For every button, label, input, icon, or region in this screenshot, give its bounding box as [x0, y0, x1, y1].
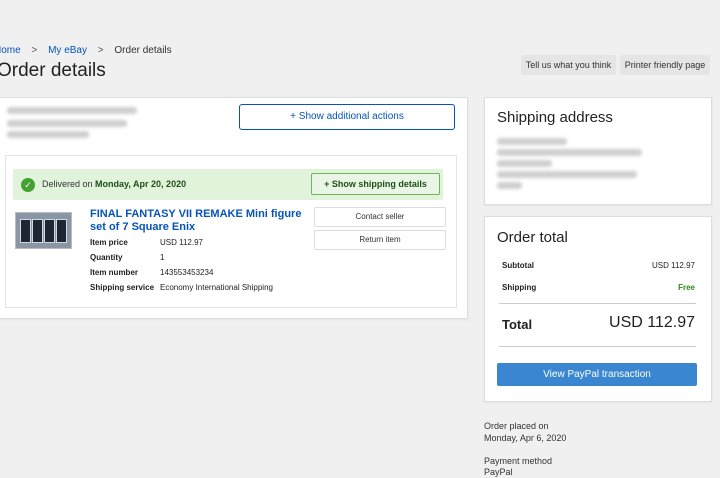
payment-method-label: Payment method — [484, 456, 553, 466]
divider — [499, 346, 696, 347]
breadcrumb-home-link[interactable]: Home — [0, 45, 21, 56]
redacted-order-number — [7, 120, 127, 127]
return-item-button[interactable]: Return item — [314, 230, 446, 250]
subtotal-label: Subtotal — [502, 261, 534, 270]
view-paypal-transaction-button[interactable]: View PayPal transaction — [497, 363, 697, 386]
quantity-label: Quantity — [90, 253, 123, 262]
delivery-status-banner: ✓ Delivered on Monday, Apr 20, 2020 + Sh… — [13, 169, 443, 200]
shipping-address-title: Shipping address — [497, 109, 613, 126]
shipping-address-card: Shipping address — [484, 97, 712, 205]
item-panel: ✓ Delivered on Monday, Apr 20, 2020 + Sh… — [5, 155, 457, 308]
item-price-label: Item price — [90, 238, 128, 247]
subtotal-value: USD 112.97 — [652, 261, 695, 270]
breadcrumb-current: Order details — [114, 45, 172, 56]
printer-friendly-button[interactable]: Printer friendly page — [620, 55, 710, 75]
delivery-status-text: Delivered on Monday, Apr 20, 2020 — [42, 179, 186, 189]
redacted-seller-info — [7, 107, 137, 114]
redacted-address-line — [497, 171, 637, 178]
shipping-cost-value: Free — [678, 283, 695, 292]
breadcrumb-my-ebay-link[interactable]: My eBay — [48, 45, 87, 56]
redacted-address-line — [497, 160, 552, 167]
order-total-title: Order total — [497, 229, 568, 246]
shipping-cost-label: Shipping — [502, 283, 537, 292]
item-number-label: Item number — [90, 268, 139, 277]
breadcrumb-separator: > — [31, 45, 38, 56]
delivery-date: Monday, Apr 20, 2020 — [95, 179, 187, 189]
breadcrumb: Home > My eBay > Order details — [0, 45, 172, 56]
page-title: Order details — [0, 60, 106, 81]
payment-method-value: PayPal — [484, 467, 513, 477]
item-number-value: 143553453234 — [160, 268, 214, 277]
quantity-value: 1 — [160, 253, 165, 262]
order-placed-label: Order placed on — [484, 421, 549, 431]
redacted-transaction-id — [7, 131, 89, 138]
tell-us-button[interactable]: Tell us what you think — [521, 55, 616, 75]
redacted-address-line — [497, 149, 642, 156]
item-price-value: USD 112.97 — [160, 238, 203, 247]
order-total-card: Order total Subtotal USD 112.97 Shipping… — [484, 216, 712, 402]
item-thumbnail[interactable] — [15, 212, 72, 249]
breadcrumb-separator: > — [97, 45, 104, 56]
check-icon: ✓ — [21, 178, 35, 192]
order-card: + Show additional actions ✓ Delivered on… — [0, 97, 468, 319]
shipping-service-value: Economy International Shipping — [160, 283, 273, 292]
order-placed-value: Monday, Apr 6, 2020 — [484, 433, 567, 443]
delivery-prefix: Delivered on — [42, 179, 93, 189]
divider — [499, 303, 696, 304]
total-label: Total — [502, 317, 533, 332]
redacted-address-line — [497, 182, 522, 189]
contact-seller-button[interactable]: Contact seller — [314, 207, 446, 227]
total-value: USD 112.97 — [609, 314, 695, 331]
shipping-service-label: Shipping service — [90, 283, 155, 292]
show-additional-actions-button[interactable]: + Show additional actions — [239, 104, 455, 130]
item-title-link[interactable]: FINAL FANTASY VII REMAKE Mini figure set… — [90, 208, 305, 234]
redacted-address-line — [497, 138, 567, 145]
show-shipping-details-button[interactable]: + Show shipping details — [311, 173, 440, 195]
